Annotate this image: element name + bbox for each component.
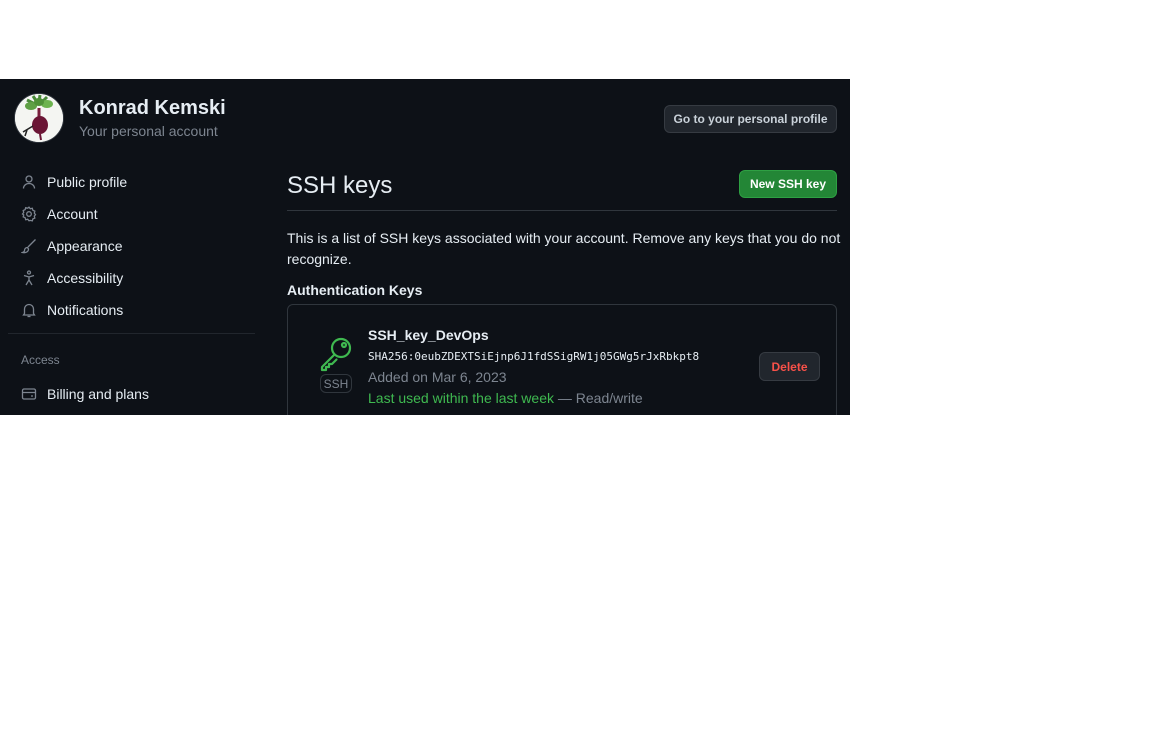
user-name: Konrad Kemski: [79, 97, 226, 119]
go-to-profile-button[interactable]: Go to your personal profile: [664, 105, 837, 133]
settings-page: Konrad Kemski Your personal account Go t…: [0, 79, 850, 415]
credit-card-icon: [21, 386, 37, 402]
account-type-label: Your personal account: [79, 123, 218, 139]
sidebar-item-label: Notifications: [47, 302, 124, 318]
sidebar-item-appearance[interactable]: Appearance: [21, 234, 123, 258]
key-fingerprint: SHA256:0eubZDEXTSiEjnp6J1fdSSigRW1j05GWg…: [368, 350, 700, 363]
new-ssh-key-button[interactable]: New SSH key: [739, 170, 837, 198]
person-icon: [21, 174, 37, 190]
sidebar-item-label: Account: [47, 206, 98, 222]
key-access-level: — Read/write: [554, 390, 643, 406]
key-icon: [317, 334, 355, 372]
ssh-badge: SSH: [320, 374, 352, 393]
sidebar-item-notifications[interactable]: Notifications: [21, 298, 123, 322]
key-added-date: Added on Mar 6, 2023: [368, 369, 507, 385]
page-title: SSH keys: [287, 172, 393, 199]
sidebar-item-label: Appearance: [47, 238, 123, 254]
sidebar-divider: [8, 333, 255, 334]
sidebar-heading-access: Access: [21, 353, 60, 367]
sidebar-item-account[interactable]: Account: [21, 202, 98, 226]
key-title: SSH_key_DevOps: [368, 327, 489, 343]
intro-text: This is a list of SSH keys associated wi…: [287, 230, 841, 267]
sidebar-item-label: Accessibility: [47, 270, 124, 286]
section-title: Authentication Keys: [287, 282, 423, 298]
sidebar-item-billing[interactable]: Billing and plans: [21, 382, 149, 406]
bell-icon: [21, 302, 37, 318]
accessibility-icon: [21, 270, 37, 286]
sidebar-item-label: Public profile: [47, 174, 128, 190]
gear-icon: [21, 206, 37, 222]
avatar-image: [15, 94, 63, 142]
sidebar-item-accessibility[interactable]: Accessibility: [21, 266, 123, 290]
key-last-used: Last used within the last week: [368, 390, 554, 406]
delete-key-button[interactable]: Delete: [759, 352, 820, 381]
key-usage: Last used within the last week — Read/wr…: [368, 390, 643, 406]
title-divider: [287, 210, 837, 211]
avatar[interactable]: [15, 94, 63, 142]
sidebar-item-public-profile[interactable]: Public profile: [21, 170, 127, 194]
paintbrush-icon: [21, 238, 37, 254]
sidebar-item-label: Billing and plans: [47, 386, 149, 402]
